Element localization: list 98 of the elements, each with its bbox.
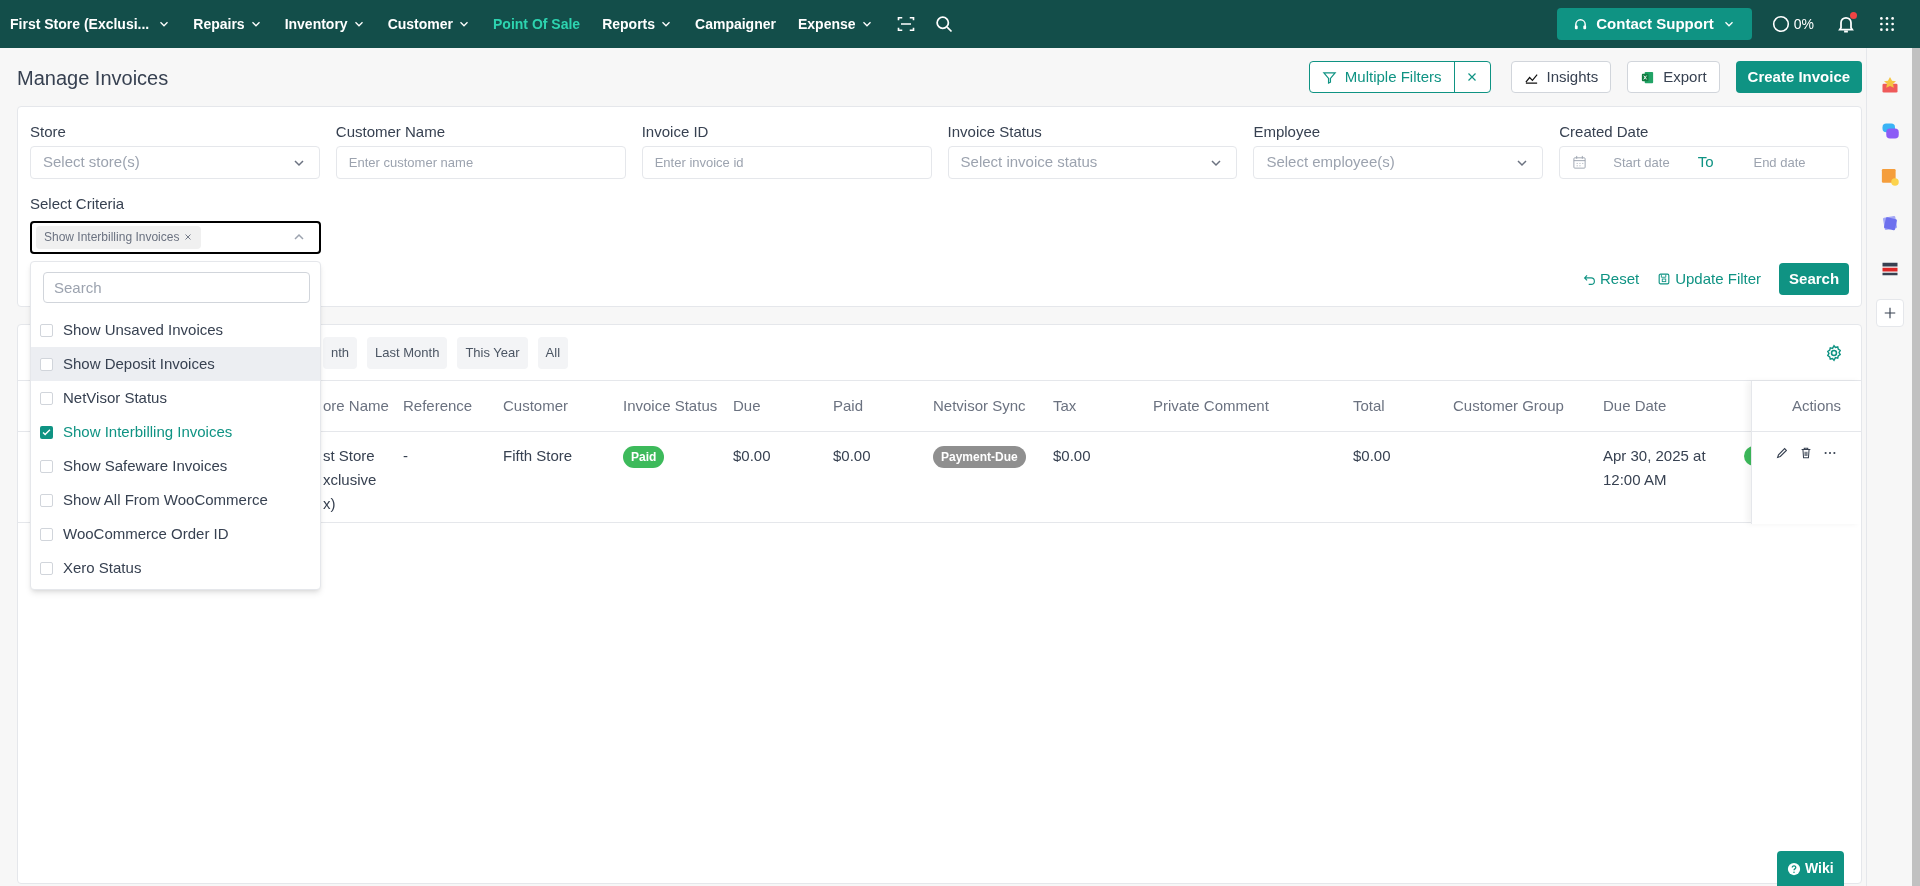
- field-label: Invoice Status: [947, 122, 1043, 141]
- update-filter-button[interactable]: Update Filter: [1657, 267, 1762, 291]
- selected-criteria-tag: Show Interbilling Invoices: [36, 225, 202, 249]
- column-header: Total: [1353, 395, 1386, 416]
- date-range-field[interactable]: Start date To End date: [1559, 146, 1850, 179]
- column-header: Customer Group: [1453, 395, 1565, 416]
- range-separator: To: [1697, 152, 1714, 173]
- plus-icon: [1882, 306, 1897, 320]
- nav-menu-item[interactable]: Reports: [602, 13, 674, 35]
- column-header: Customer: [503, 395, 570, 416]
- column-header: ore Name: [323, 395, 390, 416]
- checkbox[interactable]: [40, 527, 53, 541]
- criteria-option[interactable]: Show Unsaved Invoices: [31, 313, 320, 347]
- status-badge: Payment-Due: [933, 446, 1026, 468]
- date-range-chip[interactable]: Last Month: [367, 336, 448, 369]
- column-header: Paid: [833, 395, 865, 416]
- nav-menu-item[interactable]: Point Of Sale: [493, 13, 581, 35]
- start-date-placeholder: Start date: [1613, 153, 1670, 172]
- checkbox[interactable]: [40, 425, 53, 439]
- table-cell-text: $0.00: [733, 446, 772, 466]
- text-input-field[interactable]: Enter invoice id: [641, 146, 932, 179]
- column-header: Netvisor Sync: [933, 395, 1027, 416]
- scan-icon[interactable]: [895, 14, 916, 34]
- column-header: Private Comment: [1153, 395, 1270, 416]
- checkbox[interactable]: [40, 561, 53, 575]
- criteria-option[interactable]: Show Deposit Invoices: [31, 347, 320, 381]
- help-icon: [1787, 861, 1801, 876]
- add-button[interactable]: [1875, 299, 1904, 327]
- table-cell-text: $0.00: [833, 446, 872, 466]
- text-input-field[interactable]: Enter customer name: [335, 146, 626, 179]
- search-icon[interactable]: [933, 14, 954, 34]
- page-title: Manage Invoices: [17, 66, 170, 91]
- field-label: Customer Name: [335, 122, 447, 141]
- checkbox[interactable]: [40, 493, 53, 507]
- undo-icon: [1583, 272, 1596, 286]
- column-header: Invoice Status: [623, 395, 719, 416]
- criteria-option[interactable]: Show Safeware Invoices: [31, 449, 320, 483]
- column-header: Reference: [403, 395, 474, 416]
- apps-grid-icon[interactable]: [1878, 15, 1896, 33]
- date-range-chip[interactable]: This Year: [457, 336, 528, 369]
- dropdown-search-field[interactable]: Search: [43, 272, 310, 303]
- criteria-option[interactable]: WooCommerce Order ID: [31, 517, 320, 551]
- criteria-select-field[interactable]: Show Interbilling Invoices: [30, 220, 321, 254]
- date-range-chip[interactable]: All: [537, 336, 569, 369]
- calendar-icon: [1572, 155, 1588, 170]
- store-selector[interactable]: First Store (Exclusi...: [10, 13, 172, 35]
- spreadsheet-icon: [1640, 69, 1656, 85]
- insights-button[interactable]: Insights: [1510, 61, 1612, 93]
- criteria-option[interactable]: NetVisor Status: [31, 381, 320, 415]
- filter-icon: [1321, 69, 1337, 85]
- field-label: Store: [30, 122, 67, 141]
- nav-menu-item[interactable]: Campaigner: [695, 13, 776, 35]
- table-cell-text: st Store xclusive x): [323, 446, 378, 514]
- multiple-filters-button[interactable]: Multiple Filters: [1309, 62, 1454, 92]
- checkbox[interactable]: [40, 357, 53, 371]
- column-header: Due Date: [1603, 395, 1668, 416]
- nav-menu-item[interactable]: Customer: [387, 13, 471, 35]
- settings-icon[interactable]: [1825, 343, 1844, 362]
- multiple-filters-control[interactable]: Multiple Filters: [1308, 61, 1491, 93]
- progress-percentage: 0%: [1793, 14, 1814, 34]
- end-date-placeholder: End date: [1753, 153, 1806, 172]
- checkbox[interactable]: [40, 459, 53, 473]
- reset-button[interactable]: Reset: [1583, 267, 1640, 291]
- wiki-button[interactable]: Wiki: [1777, 851, 1844, 886]
- headset-icon: [1573, 16, 1589, 32]
- field-label: Invoice ID: [641, 122, 710, 141]
- criteria-option[interactable]: Show All From WooCommerce: [31, 483, 320, 517]
- table-cell-text: Fifth Store: [503, 446, 574, 466]
- export-button[interactable]: Export: [1627, 61, 1720, 93]
- progress-ring-icon: [1771, 15, 1790, 33]
- status-badge: Paid: [623, 446, 665, 468]
- column-header: Actions: [1791, 395, 1842, 416]
- field-label: Created Date: [1559, 122, 1650, 141]
- table-cell-text: -: [403, 446, 409, 466]
- table-cell-text: $0.00: [1353, 446, 1392, 466]
- create-invoice-button[interactable]: Create Invoice: [1735, 61, 1863, 93]
- field-label: Employee: [1253, 122, 1322, 141]
- checkmark-icon: [41, 426, 52, 438]
- table-cell-text: $0.00: [1053, 446, 1092, 466]
- bell-icon[interactable]: [1836, 14, 1856, 34]
- checkbox[interactable]: [40, 391, 53, 405]
- checkbox[interactable]: [40, 323, 53, 337]
- search-button[interactable]: Search: [1779, 263, 1850, 295]
- criteria-option[interactable]: Xero Status: [31, 551, 320, 585]
- save-icon: [1657, 272, 1672, 286]
- criteria-option[interactable]: Show Interbilling Invoices: [31, 415, 320, 449]
- table-cell-text: Apr 30, 2025 at 12:00 AM: [1603, 446, 1707, 490]
- remove-icon[interactable]: [183, 232, 194, 242]
- contact-support-button[interactable]: Contact Support: [1557, 8, 1752, 40]
- edit-pencil-icon[interactable]: [1775, 446, 1790, 460]
- column-header: Due: [733, 395, 762, 416]
- nav-menu-item[interactable]: Expense: [797, 13, 874, 35]
- nav-menu-item[interactable]: Repairs: [193, 13, 263, 35]
- sticky-note-icon[interactable]: [1879, 167, 1900, 187]
- date-range-chip[interactable]: nth: [323, 336, 358, 369]
- field-label: Select Criteria: [30, 194, 126, 214]
- nav-menu-item[interactable]: Inventory: [284, 13, 366, 35]
- column-header: Tax: [1053, 395, 1078, 416]
